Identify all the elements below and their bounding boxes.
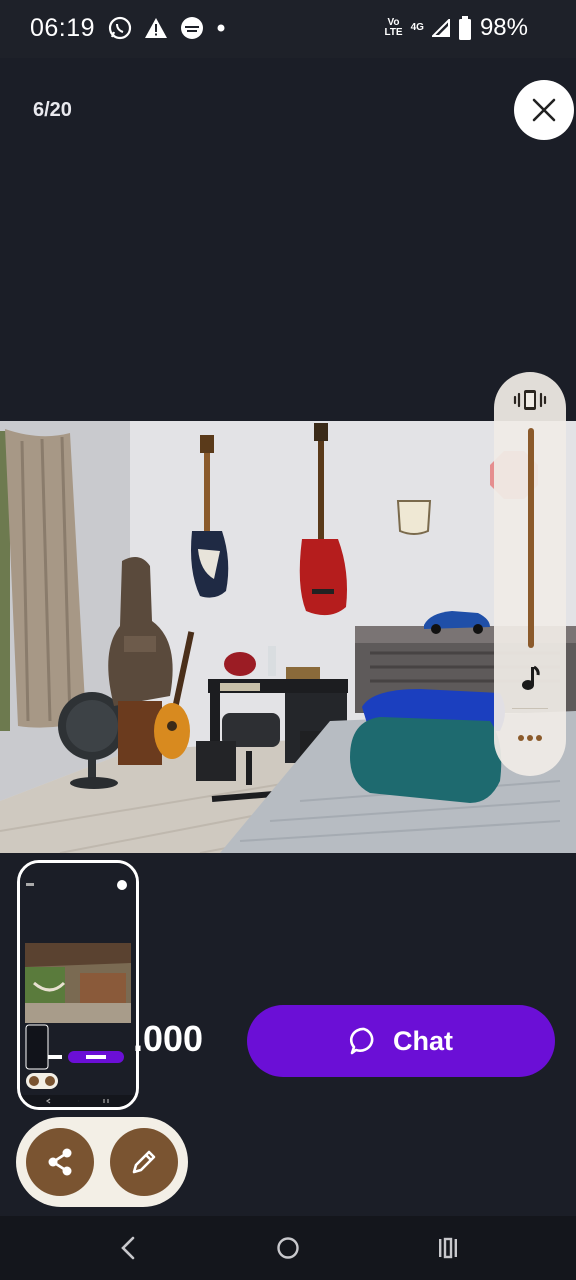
share-icon — [48, 1148, 72, 1176]
whatsapp-icon — [108, 16, 132, 40]
status-bar: 06:19 Vo LTE 4G 98% — [0, 0, 576, 58]
price-text: .000 — [133, 1018, 204, 1059]
chat-button[interactable]: Chat — [247, 1005, 555, 1077]
edit-pencil-icon — [132, 1150, 156, 1174]
system-indicators: Vo LTE 4G 98% — [384, 14, 528, 42]
warning-icon — [145, 18, 167, 38]
more-dots-icon — [518, 735, 542, 741]
back-icon — [121, 1236, 135, 1260]
signal-icon — [431, 19, 450, 37]
app-badge-icon — [181, 17, 203, 39]
status-time: 06:19 — [30, 14, 96, 42]
close-button[interactable] — [514, 80, 574, 140]
nav-back-button[interactable] — [108, 1228, 148, 1268]
recents-icon — [439, 1237, 457, 1259]
music-note-icon — [522, 665, 540, 690]
share-button[interactable] — [26, 1128, 94, 1196]
media-volume-button[interactable] — [516, 664, 544, 692]
notification-icons — [108, 16, 226, 40]
battery-icon — [458, 16, 471, 40]
close-icon — [532, 98, 556, 122]
vibrate-mode-button[interactable] — [512, 386, 548, 414]
home-icon — [277, 1237, 299, 1259]
screenshot-thumbnail[interactable] — [17, 860, 139, 1110]
bedroom-photo-illustration — [0, 421, 576, 853]
volume-more-button[interactable] — [516, 726, 544, 750]
photo-counter: 6/20 — [33, 99, 72, 121]
chat-bubble-icon — [349, 1027, 374, 1055]
chat-button-label: Chat — [393, 1025, 453, 1056]
listing-photo[interactable] — [0, 421, 576, 853]
edit-button[interactable] — [110, 1128, 178, 1196]
screenshot-actions — [16, 1117, 188, 1207]
dot-icon — [217, 24, 225, 32]
thumbnail-preview-image — [20, 863, 136, 1107]
volume-slider[interactable] — [528, 428, 534, 648]
network-gen-label: 4G — [410, 22, 424, 33]
volte-indicator: Vo LTE — [384, 17, 403, 38]
nav-recents-button[interactable] — [428, 1228, 468, 1268]
nav-home-button[interactable] — [268, 1228, 308, 1268]
battery-percent: 98% — [479, 14, 528, 41]
volume-panel — [494, 372, 566, 776]
vibrate-icon — [513, 390, 547, 410]
volume-divider — [512, 708, 548, 709]
system-nav-bar — [0, 1216, 576, 1280]
